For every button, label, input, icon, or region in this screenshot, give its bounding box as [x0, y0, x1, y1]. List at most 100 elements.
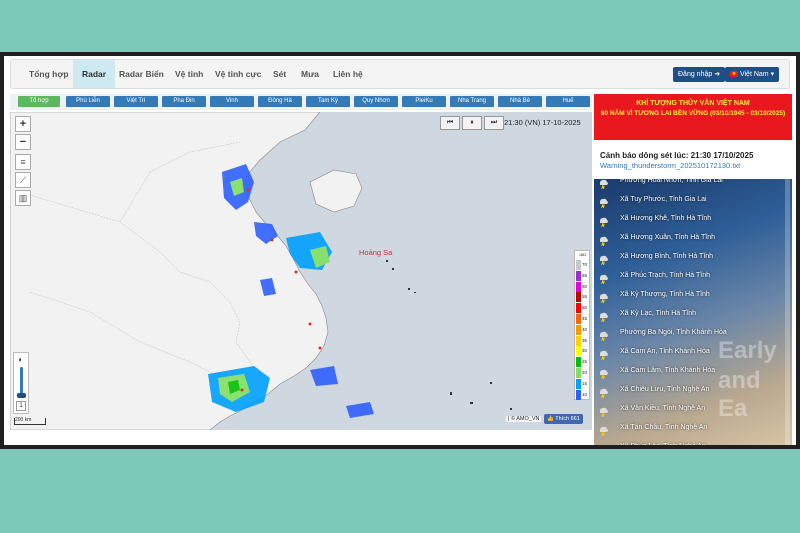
legend-swatch: [576, 378, 581, 389]
warning-list-item[interactable]: Xã Hương Khê, Tỉnh Hà Tĩnh: [594, 211, 792, 230]
language-button[interactable]: ★ Việt Nam ▾: [725, 67, 780, 82]
warning-list-item[interactable]: Phường Hoài Nhơn, Tỉnh Gia Lai: [594, 179, 792, 192]
scale-label: 200 km: [15, 417, 32, 423]
legend-label: 25: [582, 359, 588, 365]
station-tam-ky[interactable]: Tam Kỳ: [306, 96, 350, 107]
warning-list-item[interactable]: Xã Tuy Phước, Tỉnh Gia Lai: [594, 192, 792, 211]
zoom-out-button[interactable]: −: [15, 134, 31, 150]
station-nha-be[interactable]: Nhà Bè: [498, 96, 542, 107]
station-hue[interactable]: Huế: [546, 96, 590, 107]
warning-list-item[interactable]: Phường Ba Ngòi, Tỉnh Khánh Hòa: [594, 325, 792, 344]
warning-list-item[interactable]: Xã Cam Lâm, Tỉnh Khánh Hòa: [594, 363, 792, 382]
legend-swatch: [576, 389, 581, 400]
warning-location: Xã Kỳ Thượng, Tỉnh Hà Tĩnh: [620, 291, 710, 298]
legend-swatch: [576, 314, 581, 324]
station-pha-din[interactable]: Pha Đin: [162, 96, 206, 107]
layers-icon[interactable]: ≡: [15, 154, 31, 170]
warning-location: Xã Cam An, Tỉnh Khánh Hòa: [620, 348, 710, 355]
nav-mua[interactable]: Mưa: [293, 60, 327, 88]
banner-line-1: KHÍ TƯỢNG THỦY VĂN VIỆT NAM: [636, 100, 750, 107]
place-label-hoang-sa: Hoàng Sa: [359, 248, 393, 257]
warning-list-item[interactable]: Xã Cam An, Tỉnh Khánh Hòa: [594, 344, 792, 363]
skip-forward-button[interactable]: ⏭: [484, 116, 504, 130]
banner-line-2: 80 NĂM VÌ TƯƠNG LAI BỀN VỮNG (03/10/1945…: [600, 110, 786, 117]
legend-label: 20: [582, 370, 588, 375]
station-phu-lien[interactable]: Phù Liễn: [66, 96, 110, 107]
legend-swatch: [576, 260, 581, 270]
legend-label: 15: [582, 380, 588, 386]
thunderstorm-icon: [598, 404, 609, 418]
warning-location: Xã Phúc Lộc, Tỉnh Nghệ An: [620, 443, 706, 445]
warning-list-item[interactable]: Xã Phúc Trạch, Tỉnh Hà Tĩnh: [594, 268, 792, 287]
slider-value[interactable]: 1: [16, 401, 26, 411]
warning-location: Xã Cam Lâm, Tỉnh Khánh Hòa: [620, 367, 716, 374]
station-pleiku[interactable]: PleiKu: [402, 96, 446, 107]
thunderstorm-icon: [598, 271, 609, 285]
station-to-hop[interactable]: Tổ hợp: [18, 96, 60, 107]
station-dong-ha[interactable]: Đông Hà: [258, 96, 302, 107]
warning-list-item[interactable]: Xã Tân Châu, Tỉnh Nghệ An: [594, 420, 792, 439]
station-vinh[interactable]: Vinh: [210, 96, 254, 107]
map-attribution[interactable]: | © AMO_VN: [506, 416, 542, 422]
warning-list[interactable]: Early and Ea Phường Hoài Nhơn, Tỉnh Gia …: [594, 179, 792, 445]
warning-list-item[interactable]: Xã Kỳ Lạc, Tỉnh Hà Tĩnh: [594, 306, 792, 325]
radar-map[interactable]: + − ≡ ⟋ ▥ ⏮ ⏸ ⏭ 21:30 (VN) 17-10-2025 Ho…: [10, 112, 592, 430]
warning-title: Cảnh báo dông sét lúc: 21:30 17/10/2025: [600, 151, 754, 160]
thunderstorm-icon: [598, 442, 609, 445]
login-button[interactable]: Đăng nhập ➜: [673, 67, 726, 82]
language-label: Việt Nam: [739, 71, 769, 78]
thunderstorm-icon: [598, 423, 609, 437]
nav-radar-bien[interactable]: Radar Biển: [111, 60, 172, 88]
hainan-island: [309, 169, 363, 213]
thunderstorm-icon: [598, 179, 609, 190]
warning-location: Phường Ba Ngòi, Tỉnh Khánh Hòa: [620, 329, 727, 336]
opacity-slider[interactable]: ◑ 1: [13, 352, 29, 414]
thunderstorm-icon: [598, 385, 609, 399]
thunderstorm-icon: [598, 309, 609, 323]
thunderstorm-icon: [598, 290, 609, 304]
thunderstorm-icon: [598, 195, 609, 209]
radar-timestamp: 21:30 (VN) 17-10-2025: [504, 118, 581, 127]
slider-handle[interactable]: [17, 393, 26, 398]
warning-list-item[interactable]: Xã Hương Xuân, Tỉnh Hà Tĩnh: [594, 230, 792, 249]
thunderstorm-icon: [598, 347, 609, 361]
warning-list-item[interactable]: Xã Chiêu Lưu, Tỉnh Nghệ An: [594, 382, 792, 401]
web-page: Tổng hợp Radar Radar Biển Vệ tinh Vệ tin…: [4, 56, 796, 445]
legend-label: 35: [582, 337, 588, 343]
legend-swatch: [576, 335, 581, 346]
warning-file-link[interactable]: Warning_thunderstorm_202510172130.txt: [600, 161, 786, 170]
like-label: Thích 661: [555, 416, 580, 422]
trash-icon[interactable]: ▥: [15, 190, 31, 206]
login-label: Đăng nhập: [678, 71, 713, 78]
warning-location: Xã Tuy Phước, Tỉnh Gia Lai: [620, 196, 707, 203]
station-nha-trang[interactable]: Nha Trang: [450, 96, 494, 107]
nav-ve-tinh-cuc[interactable]: Vệ tinh cực: [207, 60, 269, 88]
contrast-icon: ◑: [17, 355, 22, 364]
warning-list-item[interactable]: Xã Kỳ Thượng, Tỉnh Hà Tĩnh: [594, 287, 792, 306]
warning-location: Xã Kỳ Lạc, Tỉnh Hà Tĩnh: [620, 310, 697, 317]
station-viet-tri[interactable]: Việt Trì: [114, 96, 158, 107]
nav-lien-he[interactable]: Liên hệ: [325, 60, 371, 88]
warning-list-item[interactable]: Xã Hương Bình, Tỉnh Hà Tĩnh: [594, 249, 792, 268]
skip-back-button[interactable]: ⏮: [440, 116, 460, 130]
anniversary-banner[interactable]: KHÍ TƯỢNG THỦY VĂN VIỆT NAM 80 NĂM VÌ TƯ…: [594, 94, 792, 140]
measure-icon[interactable]: ⟋: [15, 172, 31, 188]
mainland-shape: [10, 112, 329, 430]
thunderstorm-icon: [598, 366, 609, 380]
nav-ve-tinh[interactable]: Vệ tinh: [167, 60, 211, 88]
radar-station-bar: Tổ hợp Phù Liễn Việt Trì Pha Đin Vinh Đô…: [10, 94, 592, 110]
pause-button[interactable]: ⏸: [462, 116, 482, 130]
nav-radar[interactable]: Radar: [73, 60, 115, 88]
warning-list-item[interactable]: Xã Vân Kiều, Tỉnh Nghệ An: [594, 401, 792, 420]
station-quy-nhon[interactable]: Quy Nhơn: [354, 96, 398, 107]
facebook-like-button[interactable]: 👍 Thích 661: [544, 414, 583, 424]
nav-tong-hop[interactable]: Tổng hợp: [21, 60, 77, 88]
legend-label: 55: [582, 294, 588, 300]
warning-list-item[interactable]: Xã Phúc Lộc, Tỉnh Nghệ An: [594, 439, 792, 445]
legend-label: 10: [582, 391, 588, 397]
zoom-in-button[interactable]: +: [15, 116, 31, 132]
warning-location: Xã Phúc Trạch, Tỉnh Hà Tĩnh: [620, 272, 711, 279]
nav-set[interactable]: Sét: [265, 60, 294, 88]
warning-scrollbar[interactable]: [785, 179, 790, 445]
legend-swatch: [576, 368, 581, 378]
